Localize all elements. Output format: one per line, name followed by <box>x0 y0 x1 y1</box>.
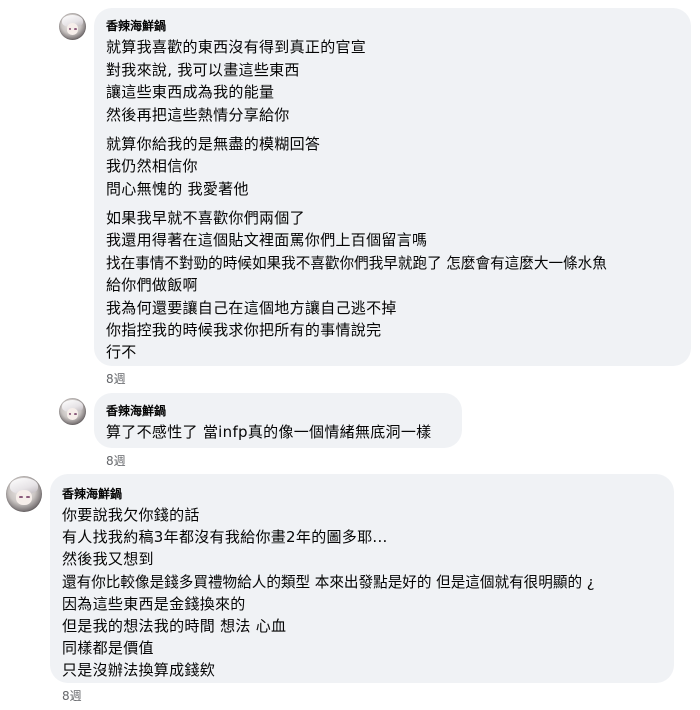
comment-line: 同樣都是價值 <box>62 639 154 657</box>
avatar[interactable] <box>59 13 86 40</box>
comment-line: 然後再把這些熱情分享給你 <box>106 106 290 124</box>
comment-bubble: 香辣海鮮鍋 就算我喜歡的東西沒有得到真正的官宣 對我來說, 我可以畫這些東西 讓… <box>94 8 691 366</box>
comment-line: 對我來說, 我可以畫這些東西 <box>106 61 300 79</box>
comment-line: 有人找我約稿3年都沒有我給你畫2年的圖多耶... <box>62 528 388 546</box>
comment-line: 我還用得著在這個貼文裡面罵你們上百個留言嗎 <box>106 231 428 249</box>
comment-line: 因為這些東西是金錢換來的 <box>62 595 246 613</box>
comment-line: 你指控我的時候我求你把所有的事情說完 <box>106 321 382 339</box>
comment-line: 找在事情不對勁的時候如果我不喜歡你們我早就跑了 怎麼會有這麼大一條水魚 <box>106 255 607 272</box>
comment-3: 香辣海鮮鍋 你要說我欠你錢的話 有人找我約稿3年都沒有我給你畫2年的圖多耶...… <box>0 470 700 710</box>
comment-line: 如果我早就不喜歡你們兩個了 <box>106 209 305 227</box>
comment-timestamp[interactable]: 8週 <box>106 370 126 387</box>
comment-line: 讓這些東西成為我的能量 <box>106 83 275 101</box>
comment-line: 但是我的想法我的時間 想法 心血 <box>62 617 287 635</box>
comment-line: 你要說我欠你錢的話 <box>62 506 200 524</box>
comment-line: 問心無愧的 我愛著他 <box>106 180 249 198</box>
comment-line: 只是沒辦法換算成錢欸 <box>62 661 216 679</box>
comment-bubble: 香辣海鮮鍋 你要說我欠你錢的話 有人找我約稿3年都沒有我給你畫2年的圖多耶...… <box>50 474 674 683</box>
comment-line: 我仍然相信你 <box>106 157 198 175</box>
comment-2: 香辣海鮮鍋 算了不感性了 當infp真的像一個情緒無底洞一樣 8週 <box>0 390 700 470</box>
comment-line: 就算你給我的是無盡的模糊回答 <box>106 135 321 153</box>
comment-1: 香辣海鮮鍋 就算我喜歡的東西沒有得到真正的官宣 對我來說, 我可以畫這些東西 讓… <box>0 0 700 390</box>
comment-bubble: 香辣海鮮鍋 算了不感性了 當infp真的像一個情緒無底洞一樣 <box>94 393 462 448</box>
comment-line: 行不 <box>106 343 137 361</box>
comment-line: 算了不感性了 當infp真的像一個情緒無底洞一樣 <box>106 423 432 441</box>
comment-line: 我為何還要讓自己在這個地方讓自己逃不掉 <box>106 299 397 317</box>
comment-timestamp[interactable]: 8週 <box>62 687 82 704</box>
avatar[interactable] <box>59 398 86 425</box>
comment-author[interactable]: 香辣海鮮鍋 <box>106 402 166 419</box>
comment-line: 然後我又想到 <box>62 550 154 568</box>
avatar[interactable] <box>6 476 42 512</box>
comment-author[interactable]: 香辣海鮮鍋 <box>62 485 122 502</box>
comment-line: 給你們做飯啊 <box>106 276 198 294</box>
comment-line: 就算我喜歡的東西沒有得到真正的官宣 <box>106 38 367 56</box>
comment-line: 還有你比較像是錢多買禮物給人的類型 本來出發點是好的 但是這個就有很明顯的 ¿ <box>62 574 595 591</box>
comment-author[interactable]: 香辣海鮮鍋 <box>106 17 166 34</box>
comment-timestamp[interactable]: 8週 <box>106 452 126 469</box>
